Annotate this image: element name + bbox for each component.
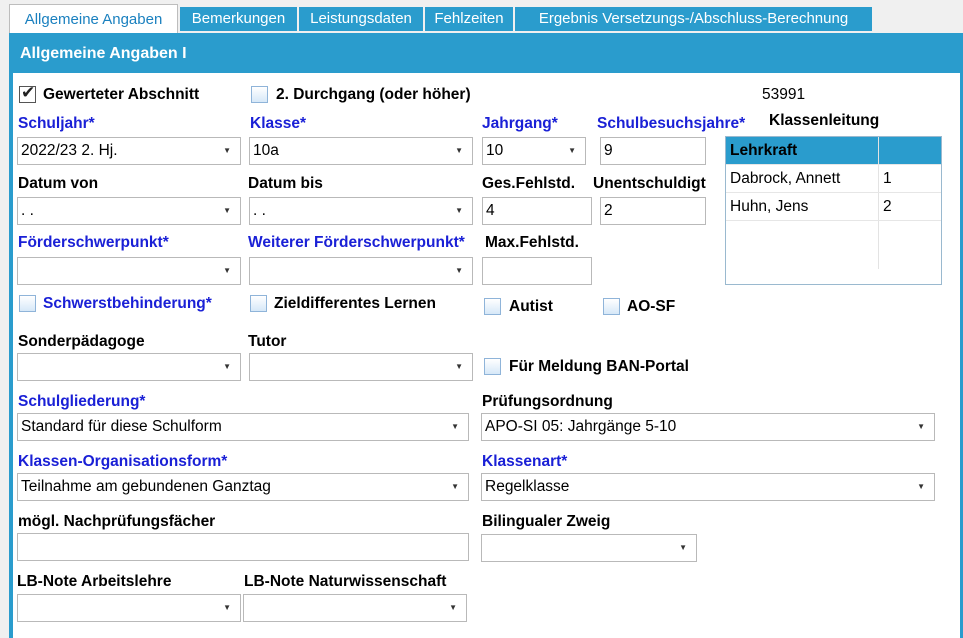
zieldifferentes-label: Zieldifferentes Lernen	[274, 295, 436, 312]
schulgliederung-label: Schulgliederung*	[18, 393, 146, 410]
tab-allgemeine-angaben[interactable]: Allgemeine Angaben	[9, 4, 178, 33]
aosf-checkbox[interactable]	[603, 298, 620, 315]
chevron-down-icon: ▼	[917, 482, 925, 491]
klasse-label: Klasse*	[250, 115, 307, 132]
chevron-down-icon: ▼	[455, 266, 463, 275]
weiterer-foerderschwerpunkt-select[interactable]: ▼	[249, 257, 473, 285]
sonderpaedagoge-select[interactable]: ▼	[17, 353, 241, 381]
datum-von-label: Datum von	[18, 175, 99, 192]
table-row-nr[interactable]: 2	[883, 193, 892, 221]
tab-bemerkungen[interactable]: Bemerkungen	[180, 7, 297, 31]
gewerteter-abschnitt-label: Gewerteter Abschnitt	[43, 86, 200, 103]
klassenart-label: Klassenart*	[482, 453, 568, 470]
grid-row-divider	[726, 192, 941, 193]
tutor-label: Tutor	[248, 333, 287, 350]
klassen-orgform-label: Klassen-Organisationsform*	[18, 453, 228, 470]
table-row-nr[interactable]: 1	[883, 165, 892, 193]
bilingualer-zweig-select[interactable]: ▼	[481, 534, 697, 562]
schuljahr-select[interactable]: 2022/23 2. Hj. ▼	[17, 137, 241, 165]
chevron-down-icon: ▼	[223, 206, 231, 215]
datum-bis-label: Datum bis	[248, 175, 323, 192]
max-fehlstd-input[interactable]	[482, 257, 592, 285]
grid-row-divider	[726, 164, 941, 165]
tutor-select[interactable]: ▼	[249, 353, 473, 381]
autist-label: Autist	[509, 298, 553, 315]
nachpruefungsfaecher-input[interactable]	[17, 533, 469, 561]
schulgliederung-select[interactable]: Standard für diese Schulform ▼	[17, 413, 469, 441]
chevron-down-icon: ▼	[455, 146, 463, 155]
klassenart-select[interactable]: Regelklasse ▼	[481, 473, 935, 501]
chevron-down-icon: ▼	[223, 362, 231, 371]
pruefungsordnung-select[interactable]: APO-SI 05: Jahrgänge 5-10 ▼	[481, 413, 935, 441]
jahrgang-label: Jahrgang*	[482, 115, 558, 132]
ban-portal-label: Für Meldung BAN-Portal	[509, 358, 689, 375]
autist-checkbox[interactable]	[484, 298, 501, 315]
schulbesuchsjahre-label: Schulbesuchsjahre*	[597, 115, 746, 132]
lb-arbeitslehre-select[interactable]: ▼	[17, 594, 241, 622]
pruefungsordnung-label: Prüfungsordnung	[482, 393, 613, 410]
lb-naturwissenschaft-label: LB-Note Naturwissenschaft	[244, 573, 447, 590]
sonderpaedagoge-label: Sonderpädagoge	[18, 333, 145, 350]
schwerstbehinderung-checkbox[interactable]	[19, 295, 36, 312]
klassenleitung-grid[interactable]: Lehrkraft Dabrock, Annett 1 Huhn, Jens 2	[725, 136, 942, 285]
chevron-down-icon: ▼	[451, 482, 459, 491]
foerderschwerpunkt-select[interactable]: ▼	[17, 257, 241, 285]
grid-row-divider	[726, 220, 941, 221]
klassen-orgform-select[interactable]: Teilnahme am gebundenen Ganztag ▼	[17, 473, 469, 501]
nachpruefungsfaecher-label: mögl. Nachprüfungsfächer	[18, 513, 216, 530]
durchgang-label: 2. Durchgang (oder höher)	[276, 86, 471, 103]
durchgang-checkbox[interactable]	[251, 86, 268, 103]
unentschuldigt-label: Unentschuldigt	[593, 175, 706, 192]
zieldifferentes-checkbox[interactable]	[250, 295, 267, 312]
tab-fehlzeiten[interactable]: Fehlzeiten	[425, 7, 513, 31]
chevron-down-icon: ▼	[455, 206, 463, 215]
schwerstbehinderung-label: Schwerstbehinderung*	[43, 295, 212, 312]
bilingualer-zweig-label: Bilingualer Zweig	[482, 513, 611, 530]
lb-naturwissenschaft-select[interactable]: ▼	[243, 594, 467, 622]
tab-bar: Allgemeine Angaben Bemerkungen Leistungs…	[0, 0, 963, 33]
aosf-label: AO-SF	[627, 298, 676, 315]
grid-column-divider	[878, 137, 879, 269]
chevron-down-icon: ▼	[568, 146, 576, 155]
grid-header-lehrkraft[interactable]: Lehrkraft	[730, 137, 797, 165]
klassenleitung-title: Klassenleitung	[769, 112, 880, 129]
chevron-down-icon: ▼	[223, 146, 231, 155]
ges-fehlstd-input[interactable]: 4	[482, 197, 592, 225]
schulbesuchsjahre-input[interactable]: 9	[600, 137, 706, 165]
datum-von-picker[interactable]: . . ▼	[17, 197, 241, 225]
gewerteter-abschnitt-checkbox[interactable]: ✔	[19, 83, 36, 103]
jahrgang-select[interactable]: 10 ▼	[482, 137, 586, 165]
chevron-down-icon: ▼	[223, 603, 231, 612]
table-row[interactable]: Huhn, Jens	[730, 193, 808, 221]
chevron-down-icon: ▼	[451, 422, 459, 431]
record-id: 53991	[762, 86, 806, 103]
lb-arbeitslehre-label: LB-Note Arbeitslehre	[17, 573, 172, 590]
unentschuldigt-input[interactable]: 2	[600, 197, 706, 225]
chevron-down-icon: ▼	[455, 362, 463, 371]
ges-fehlstd-label: Ges.Fehlstd.	[482, 175, 576, 192]
max-fehlstd-label: Max.Fehlstd.	[485, 234, 579, 251]
tab-ergebnis[interactable]: Ergebnis Versetzungs-/Abschluss-Berechnu…	[515, 7, 872, 31]
foerderschwerpunkt-label: Förderschwerpunkt*	[18, 234, 169, 251]
table-row[interactable]: Dabrock, Annett	[730, 165, 840, 193]
chevron-down-icon: ▼	[679, 543, 687, 552]
schuljahr-label: Schuljahr*	[18, 115, 95, 132]
chevron-down-icon: ▼	[223, 266, 231, 275]
checkmark-icon: ✔	[21, 83, 36, 103]
panel-title: Allgemeine Angaben I	[20, 45, 187, 62]
chevron-down-icon: ▼	[449, 603, 457, 612]
klasse-select[interactable]: 10a ▼	[249, 137, 473, 165]
chevron-down-icon: ▼	[917, 422, 925, 431]
datum-bis-picker[interactable]: . . ▼	[249, 197, 473, 225]
tab-leistungsdaten[interactable]: Leistungsdaten	[299, 7, 423, 31]
weiterer-foerderschwerpunkt-label: Weiterer Förderschwerpunkt*	[248, 234, 465, 251]
ban-portal-checkbox[interactable]	[484, 358, 501, 375]
